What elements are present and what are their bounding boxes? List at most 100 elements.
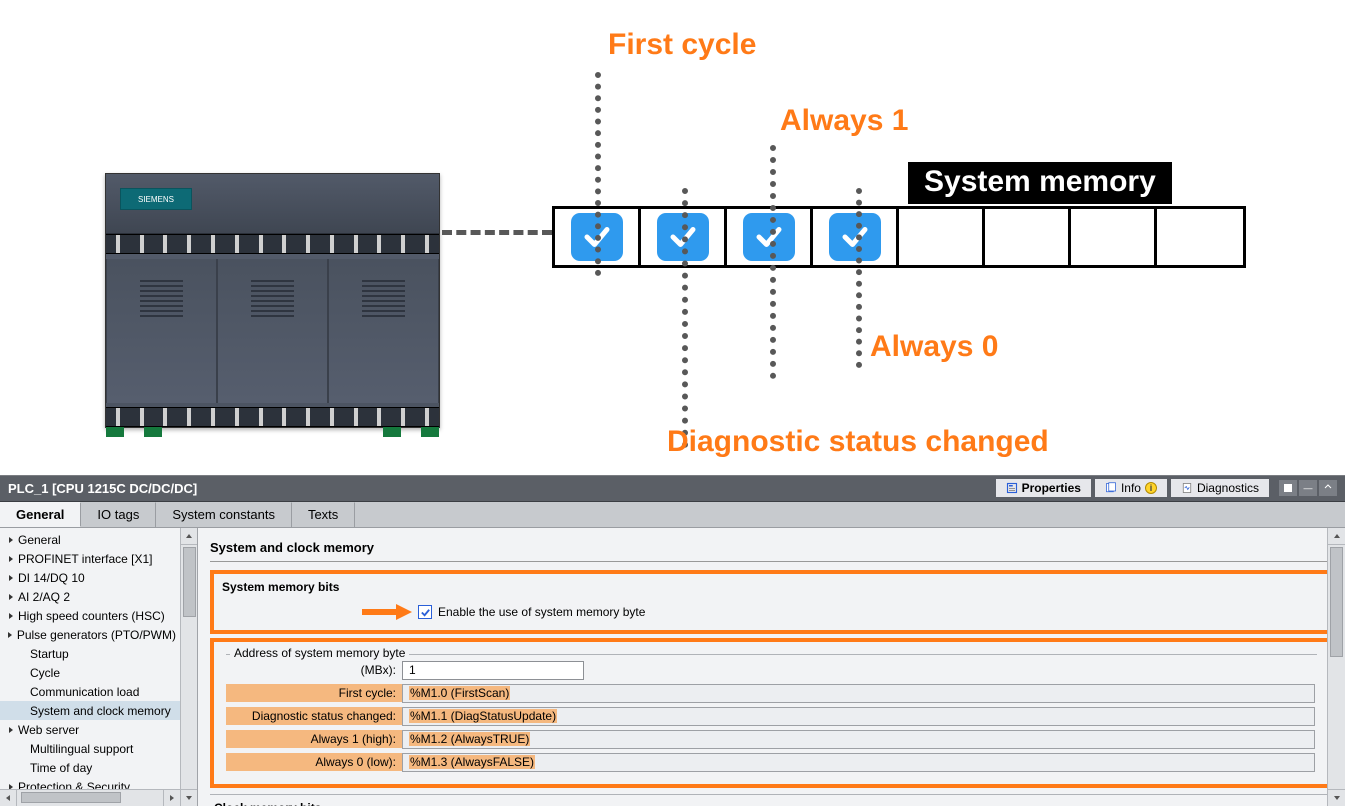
- clock-bits-heading: Clock memory bits: [210, 794, 1333, 806]
- panel-maximize-button[interactable]: [1319, 480, 1337, 496]
- tab-diagnostics[interactable]: Diagnostics: [1171, 479, 1269, 497]
- highlight-system-memory-bits: System memory bits Enable the use of sys…: [210, 570, 1333, 634]
- tree-item-label: General: [18, 533, 61, 547]
- scroll-thumb[interactable]: [1330, 547, 1343, 657]
- expand-arrow-icon[interactable]: [18, 763, 28, 773]
- scroll-thumb[interactable]: [21, 792, 121, 803]
- tab-info[interactable]: Info i: [1095, 479, 1167, 497]
- tree-item-label: Multilingual support: [30, 742, 133, 756]
- panel-pin-button[interactable]: [1279, 480, 1297, 496]
- main-tab-texts[interactable]: Texts: [292, 502, 355, 527]
- mbx-input[interactable]: [402, 661, 584, 680]
- system-memory-title: System memory: [908, 162, 1172, 204]
- scroll-down-button[interactable]: [1328, 789, 1345, 806]
- tree-item[interactable]: Communication load: [0, 682, 180, 701]
- expand-arrow-icon[interactable]: [6, 535, 16, 545]
- tree-item-label: Time of day: [30, 761, 92, 775]
- fieldset-legend: Address of system memory byte: [230, 646, 409, 660]
- tree-item-label: Cycle: [30, 666, 60, 680]
- tree-item[interactable]: Cycle: [0, 663, 180, 682]
- tree-hscrollbar[interactable]: [0, 789, 180, 806]
- expand-arrow-icon[interactable]: [6, 725, 16, 735]
- content-vscrollbar[interactable]: [1327, 528, 1345, 806]
- system-bits-heading: System memory bits: [222, 580, 1321, 604]
- scroll-up-button[interactable]: [1328, 528, 1345, 545]
- memory-bit-7: [1157, 209, 1243, 265]
- scroll-left-button[interactable]: [0, 790, 17, 806]
- expand-arrow-icon[interactable]: [6, 630, 15, 640]
- info-icon: [1105, 482, 1117, 494]
- tab-properties[interactable]: Properties: [996, 479, 1091, 497]
- tab-diagnostics-label: Diagnostics: [1197, 481, 1259, 495]
- panel-title: PLC_1 [CPU 1215C DC/DC/DC]: [8, 481, 197, 496]
- tree-item[interactable]: System and clock memory: [0, 701, 180, 720]
- scroll-thumb[interactable]: [183, 547, 196, 617]
- callout-arrow-icon: [362, 604, 412, 620]
- nav-tree[interactable]: General PROFINET interface [X1]DI 14/DQ 1…: [0, 528, 180, 806]
- expand-arrow-icon[interactable]: [6, 592, 16, 602]
- annotation-first-cycle: First cycle: [608, 28, 756, 62]
- tree-item[interactable]: Web server: [0, 720, 180, 739]
- field-value: %M1.2 (AlwaysTRUE): [402, 730, 1315, 749]
- expand-arrow-icon[interactable]: [6, 554, 16, 564]
- memory-bit-4: [899, 209, 985, 265]
- annotation-always-1: Always 1: [780, 104, 908, 138]
- tree-item-label: Pulse generators (PTO/PWM): [17, 628, 176, 642]
- scroll-up-button[interactable]: [181, 528, 197, 545]
- scroll-right-button[interactable]: [163, 790, 180, 806]
- callout-line: [770, 145, 776, 379]
- field-label: Always 1 (high):: [226, 730, 402, 748]
- tree-item[interactable]: High speed counters (HSC): [0, 606, 180, 625]
- expand-arrow-icon[interactable]: [18, 649, 28, 659]
- tree-item[interactable]: DI 14/DQ 10: [0, 568, 180, 587]
- tree-item-label: AI 2/AQ 2: [18, 590, 70, 604]
- expand-arrow-icon[interactable]: [6, 573, 16, 583]
- expand-arrow-icon[interactable]: [18, 744, 28, 754]
- main-tab-system-constants[interactable]: System constants: [156, 502, 292, 527]
- properties-panel: PLC_1 [CPU 1215C DC/DC/DC] Properties In…: [0, 475, 1345, 806]
- main-tab-general[interactable]: General: [0, 502, 81, 527]
- checkmark-icon: [829, 213, 881, 261]
- tree-item[interactable]: General: [0, 530, 180, 549]
- annotation-diag-status-changed: Diagnostic status changed: [667, 425, 1049, 459]
- enable-system-memory-label: Enable the use of system memory byte: [438, 605, 645, 619]
- properties-icon: [1006, 482, 1018, 494]
- tab-properties-label: Properties: [1022, 481, 1081, 495]
- panel-minimize-button[interactable]: —: [1299, 480, 1317, 496]
- enable-system-memory-checkbox[interactable]: [418, 605, 432, 619]
- field-row: Diagnostic status changed:%M1.1 (DiagSta…: [226, 705, 1317, 727]
- memory-bit-6: [1071, 209, 1157, 265]
- tree-item[interactable]: Multilingual support: [0, 739, 180, 758]
- field-value: %M1.0 (FirstScan): [402, 684, 1315, 703]
- expand-arrow-icon[interactable]: [18, 706, 28, 716]
- memory-bit-5: [985, 209, 1071, 265]
- panel-titlebar: PLC_1 [CPU 1215C DC/DC/DC] Properties In…: [0, 476, 1345, 502]
- tree-item-label: High speed counters (HSC): [18, 609, 165, 623]
- callout-line: [856, 188, 862, 368]
- field-label: Diagnostic status changed:: [226, 707, 402, 725]
- callout-line: [595, 72, 601, 276]
- tree-item[interactable]: Time of day: [0, 758, 180, 777]
- expand-arrow-icon[interactable]: [18, 687, 28, 697]
- tab-info-label: Info: [1121, 481, 1141, 495]
- tree-item[interactable]: Pulse generators (PTO/PWM): [0, 625, 180, 644]
- field-label: First cycle:: [226, 684, 402, 702]
- field-label: Always 0 (low):: [226, 753, 402, 771]
- expand-arrow-icon[interactable]: [18, 668, 28, 678]
- tree-item-label: Communication load: [30, 685, 139, 699]
- tree-item[interactable]: Startup: [0, 644, 180, 663]
- tree-item-label: Web server: [18, 723, 79, 737]
- scroll-down-button[interactable]: [181, 789, 197, 806]
- tree-item[interactable]: PROFINET interface [X1]: [0, 549, 180, 568]
- diagnostics-icon: [1181, 482, 1193, 494]
- tree-vscrollbar[interactable]: [180, 528, 197, 806]
- section-heading: System and clock memory: [210, 536, 405, 562]
- expand-arrow-icon[interactable]: [6, 611, 16, 621]
- main-tab-strip: General IO tags System constants Texts: [0, 502, 1345, 528]
- connector-line: [442, 230, 552, 235]
- tree-item[interactable]: AI 2/AQ 2: [0, 587, 180, 606]
- field-row: Always 0 (low):%M1.3 (AlwaysFALSE): [226, 751, 1317, 773]
- mbx-label: (MBx):: [226, 663, 402, 677]
- main-tab-io-tags[interactable]: IO tags: [81, 502, 156, 527]
- tree-item-label: System and clock memory: [30, 704, 171, 718]
